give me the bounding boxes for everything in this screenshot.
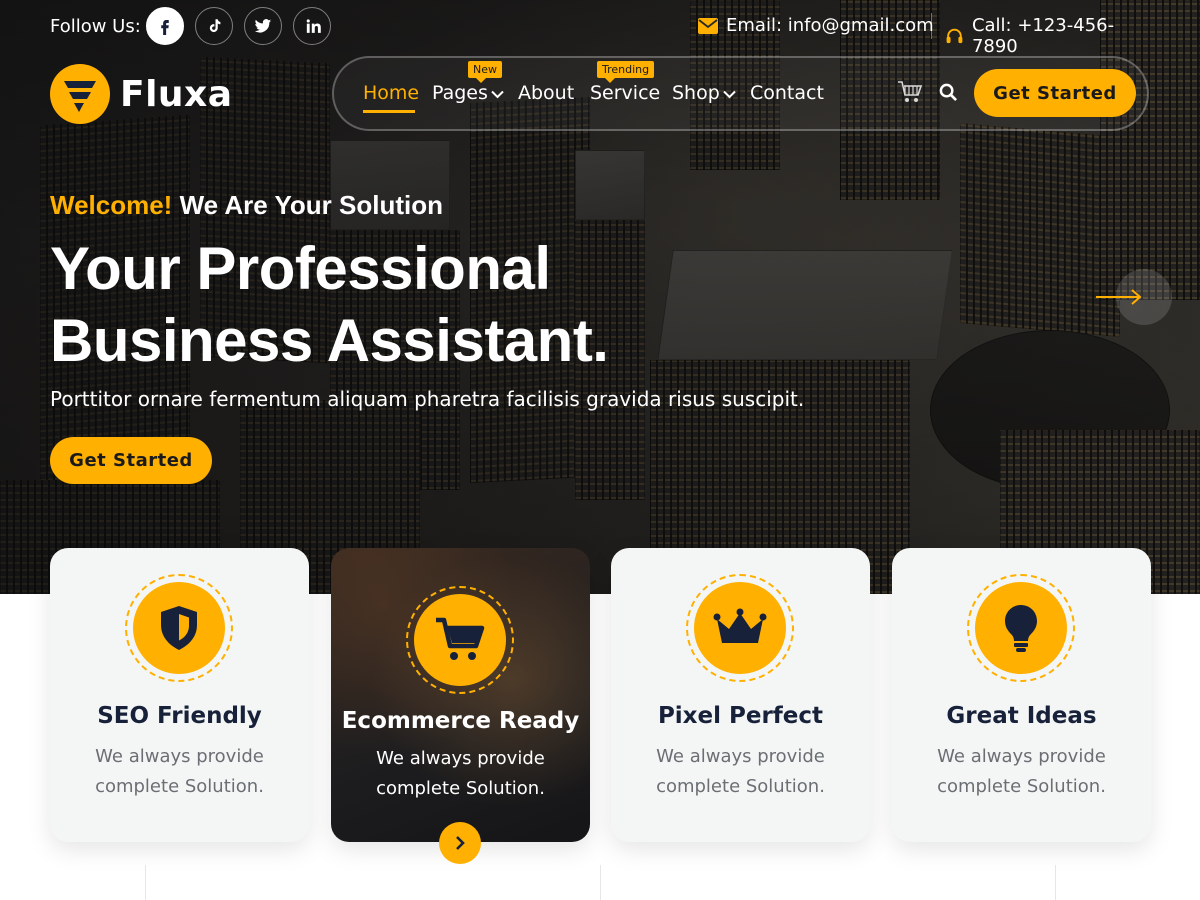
icon-disc — [694, 582, 786, 674]
icon-ring — [686, 574, 794, 682]
icon-ring — [125, 574, 233, 682]
email-text: Email: info@gmail.com — [726, 15, 934, 36]
icon-ring — [406, 586, 514, 694]
cart-icon — [436, 617, 485, 660]
site-logo[interactable]: Fluxa — [50, 64, 233, 124]
feature-desc: We always provide complete Solution. — [937, 746, 1106, 797]
search-button[interactable] — [939, 83, 958, 107]
lightbulb-icon — [1005, 605, 1037, 652]
hero-headline: Your Professional Business Assistant. — [50, 233, 790, 377]
contact-divider — [931, 13, 932, 39]
feature-card-ecommerce[interactable]: Ecommerce Ready We always provide comple… — [331, 548, 590, 842]
shield-icon — [161, 606, 197, 650]
feature-desc: We always provide complete Solution. — [95, 746, 264, 797]
nav-item-home[interactable]: Home — [363, 82, 419, 104]
chevron-right-icon — [456, 836, 465, 850]
header-get-started-button[interactable]: Get Started — [974, 69, 1136, 117]
feature-desc: We always provide complete Solution. — [376, 748, 545, 799]
nav-item-label: Shop — [672, 82, 720, 104]
cart-button[interactable] — [897, 80, 923, 109]
brand-name: Fluxa — [120, 73, 233, 115]
icon-disc — [975, 582, 1067, 674]
icon-ring — [967, 574, 1075, 682]
section-divider — [1055, 865, 1056, 900]
nav-badge-trending: Trending — [597, 61, 655, 83]
feature-title: Pixel Perfect — [657, 703, 824, 729]
hero-get-started-button[interactable]: Get Started — [50, 437, 212, 484]
twitter-link[interactable] — [244, 7, 282, 45]
feature-card-arrow-button[interactable] — [439, 822, 481, 864]
phone-contact[interactable]: Call: +123-456-7890 — [945, 15, 1150, 57]
headline-line-2: Business Assistant. — [50, 307, 609, 374]
feature-card-seo[interactable]: SEO Friendly We always provide complete … — [50, 548, 309, 842]
envelope-icon — [698, 17, 718, 34]
chevron-down-icon — [723, 90, 736, 99]
tiktok-icon — [209, 19, 221, 33]
welcome-highlight: Welcome! — [50, 190, 173, 220]
nav-item-pages[interactable]: Pages — [432, 82, 504, 104]
nav-item-label: Pages — [432, 82, 488, 104]
icon-disc — [414, 594, 506, 686]
headline-line-1: Your Professional — [50, 235, 551, 302]
chevron-down-icon — [491, 90, 504, 99]
hero-welcome: Welcome! We Are Your Solution — [50, 190, 443, 221]
feature-title: SEO Friendly — [97, 703, 262, 729]
nav-item-contact[interactable]: Contact — [750, 82, 824, 104]
section-divider — [600, 865, 601, 900]
logo-mark-icon — [50, 64, 110, 124]
feature-desc: We always provide complete Solution. — [656, 746, 825, 797]
nav-item-shop[interactable]: Shop — [672, 82, 736, 104]
linkedin-icon — [306, 18, 321, 33]
facebook-icon — [161, 20, 169, 35]
section-divider — [145, 865, 146, 900]
feature-title: Ecommerce Ready — [341, 708, 580, 734]
nav-active-indicator — [363, 110, 415, 113]
feature-card-ideas[interactable]: Great Ideas We always provide complete S… — [892, 548, 1151, 842]
tiktok-link[interactable] — [195, 7, 233, 45]
email-contact[interactable]: Email: info@gmail.com — [698, 15, 934, 36]
slider-next-button[interactable] — [1096, 269, 1172, 325]
welcome-text: We Are Your Solution — [179, 190, 443, 220]
search-icon — [939, 83, 958, 102]
nav-item-service[interactable]: Service — [590, 82, 660, 104]
twitter-icon — [254, 19, 272, 33]
arrow-right-icon — [1096, 289, 1142, 305]
follow-label: Follow Us: — [50, 16, 141, 37]
facebook-link[interactable] — [146, 7, 184, 45]
linkedin-link[interactable] — [293, 7, 331, 45]
icon-disc — [133, 582, 225, 674]
phone-text: Call: +123-456-7890 — [971, 15, 1115, 57]
top-bar: Follow Us: Email: info@gmail.com Call: +… — [50, 7, 1150, 57]
nav-item-about[interactable]: About — [518, 82, 574, 104]
cart-icon — [898, 81, 923, 102]
headset-icon — [946, 28, 963, 44]
feature-title: Great Ideas — [946, 703, 1097, 729]
hero-subtitle: Porttitor ornare fermentum aliquam phare… — [50, 387, 805, 411]
feature-card-pixel[interactable]: Pixel Perfect We always provide complete… — [611, 548, 870, 842]
nav-badge-new: New — [468, 61, 502, 83]
crown-icon — [713, 608, 767, 643]
